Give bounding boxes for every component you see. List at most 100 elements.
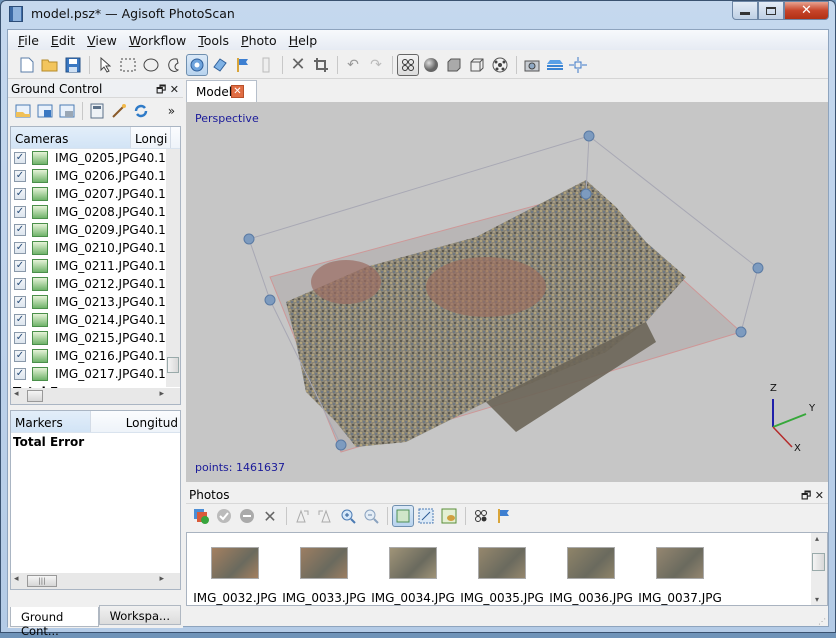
photo-thumbnail[interactable]: IMG_0035.JPG bbox=[458, 547, 546, 605]
maximize-button[interactable] bbox=[758, 1, 784, 20]
camera-checkbox[interactable]: ✓ bbox=[14, 206, 26, 218]
show-region-button[interactable] bbox=[544, 54, 566, 76]
minimize-button[interactable] bbox=[732, 1, 758, 20]
camera-checkbox[interactable]: ✓ bbox=[14, 260, 26, 272]
camera-row[interactable]: ✓ IMG_0205.JPG 40.14 bbox=[11, 149, 180, 167]
camera-checkbox[interactable]: ✓ bbox=[14, 278, 26, 290]
photos-vertical-scrollbar[interactable]: ▴ ▾ bbox=[811, 533, 827, 605]
add-photos-button[interactable] bbox=[190, 505, 212, 527]
delete-button[interactable]: ✕ bbox=[287, 54, 309, 76]
cameras-vertical-scrollbar[interactable] bbox=[166, 149, 180, 387]
wireframe-button[interactable] bbox=[466, 54, 488, 76]
pointer-button[interactable] bbox=[94, 54, 116, 76]
camera-checkbox[interactable]: ✓ bbox=[14, 314, 26, 326]
settings-button[interactable] bbox=[87, 100, 108, 122]
menu-photo[interactable]: Photo bbox=[235, 33, 283, 48]
column-longitude[interactable]: Longitud bbox=[91, 411, 180, 432]
enable-button[interactable] bbox=[213, 505, 235, 527]
camera-row[interactable]: ✓ IMG_0217.JPG 40.14 bbox=[11, 365, 180, 383]
show-photos-button[interactable] bbox=[392, 505, 414, 527]
undo-button[interactable]: ↶ bbox=[342, 54, 364, 76]
shaded-button[interactable] bbox=[420, 54, 442, 76]
camera-checkbox[interactable]: ✓ bbox=[14, 368, 26, 380]
reset-view-button[interactable] bbox=[567, 54, 589, 76]
region-handle[interactable] bbox=[583, 130, 595, 142]
cameras-horizontal-scrollbar[interactable]: ◂ ▸ bbox=[11, 388, 180, 404]
column-markers[interactable]: Markers bbox=[11, 411, 91, 432]
tab-ground-control[interactable]: Ground Cont... bbox=[10, 607, 99, 638]
float-panel-icon[interactable]: 🗗 bbox=[801, 489, 811, 502]
solid-button[interactable] bbox=[443, 54, 465, 76]
zoom-in-button[interactable] bbox=[337, 505, 359, 527]
show-masks-button[interactable] bbox=[415, 505, 437, 527]
disable-button[interactable] bbox=[236, 505, 258, 527]
menu-file[interactable]: File bbox=[12, 33, 45, 48]
crop-button[interactable] bbox=[310, 54, 332, 76]
camera-row[interactable]: ✓ IMG_0209.JPG 40.14 bbox=[11, 221, 180, 239]
menu-edit[interactable]: Edit bbox=[45, 33, 81, 48]
rect-select-button[interactable] bbox=[117, 54, 139, 76]
menu-view[interactable]: View bbox=[81, 33, 123, 48]
import-camera-button[interactable] bbox=[56, 100, 77, 122]
camera-checkbox[interactable]: ✓ bbox=[14, 350, 26, 362]
camera-row[interactable]: ✓ IMG_0211.JPG 40.14 bbox=[11, 257, 180, 275]
filter-cameras-button[interactable] bbox=[470, 505, 492, 527]
scroll-down-icon[interactable]: ▾ bbox=[815, 595, 819, 604]
region-handle[interactable] bbox=[752, 262, 764, 274]
photo-thumbnail[interactable]: IMG_0032.JPG bbox=[191, 547, 279, 605]
photo-thumbnail[interactable]: IMG_0034.JPG bbox=[369, 547, 457, 605]
camera-row[interactable]: ✓ IMG_0206.JPG 40.14 bbox=[11, 167, 180, 185]
region-handle[interactable] bbox=[264, 294, 276, 306]
menu-tools[interactable]: Tools bbox=[192, 33, 235, 48]
more-tools-button[interactable]: » bbox=[161, 100, 182, 122]
filter-markers-button[interactable] bbox=[493, 505, 515, 527]
zoom-out-button[interactable] bbox=[360, 505, 382, 527]
camera-checkbox[interactable]: ✓ bbox=[14, 152, 26, 164]
scroll-right-icon[interactable]: ▸ bbox=[159, 574, 164, 584]
float-panel-icon[interactable]: 🗗 bbox=[156, 83, 166, 96]
camera-checkbox[interactable]: ✓ bbox=[14, 188, 26, 200]
scroll-left-icon[interactable]: ◂ bbox=[14, 389, 19, 399]
rotate-object-button[interactable] bbox=[209, 54, 231, 76]
point-cloud-button[interactable] bbox=[397, 53, 419, 76]
photo-thumbnail[interactable]: IMG_0036.JPG bbox=[547, 547, 635, 605]
camera-row[interactable]: ✓ IMG_0207.JPG 40.14 bbox=[11, 185, 180, 203]
scroll-left-icon[interactable]: ◂ bbox=[14, 574, 19, 584]
update-button[interactable] bbox=[131, 100, 152, 122]
rotate-right-button[interactable] bbox=[291, 505, 313, 527]
scroll-right-icon[interactable]: ▸ bbox=[159, 389, 164, 399]
redo-button[interactable]: ↷ bbox=[365, 54, 387, 76]
resize-grip-icon[interactable]: ⋰ bbox=[818, 617, 826, 626]
tab-workspace[interactable]: Workspa... bbox=[98, 605, 181, 625]
camera-row[interactable]: ✓ IMG_0210.JPG 40.14 bbox=[11, 239, 180, 257]
save-button[interactable] bbox=[62, 54, 84, 76]
region-handle[interactable] bbox=[735, 326, 747, 338]
camera-checkbox[interactable]: ✓ bbox=[14, 332, 26, 344]
camera-row[interactable]: ✓ IMG_0216.JPG 40.14 bbox=[11, 347, 180, 365]
region-handle[interactable] bbox=[243, 233, 255, 245]
navigation-button[interactable] bbox=[186, 53, 208, 76]
scrollbar-thumb[interactable]: ||| bbox=[27, 575, 57, 587]
close-panel-icon[interactable]: ✕ bbox=[815, 489, 824, 502]
close-tab-icon[interactable]: ✕ bbox=[231, 85, 244, 98]
show-depth-button[interactable] bbox=[438, 505, 460, 527]
scrollbar-thumb[interactable] bbox=[812, 553, 825, 571]
camera-checkbox[interactable]: ✓ bbox=[14, 296, 26, 308]
tab-model[interactable]: Model ✕ bbox=[186, 80, 257, 103]
export-button[interactable] bbox=[34, 100, 55, 122]
camera-row[interactable]: ✓ IMG_0213.JPG 40.14 bbox=[11, 293, 180, 311]
menu-help[interactable]: Help bbox=[283, 33, 324, 48]
column-cameras[interactable]: Cameras bbox=[11, 127, 131, 148]
circle-select-button[interactable] bbox=[140, 54, 162, 76]
photo-thumbnail[interactable]: IMG_0037.JPG bbox=[636, 547, 724, 605]
region-handle[interactable] bbox=[335, 439, 347, 451]
close-button[interactable]: ✕ bbox=[784, 1, 829, 20]
3d-viewport[interactable]: Perspective points: 1461637 Z Y X bbox=[186, 102, 828, 482]
close-panel-icon[interactable]: ✕ bbox=[170, 83, 179, 96]
photo-thumbnail[interactable]: IMG_0033.JPG bbox=[280, 547, 368, 605]
open-button[interactable] bbox=[39, 54, 61, 76]
camera-checkbox[interactable]: ✓ bbox=[14, 170, 26, 182]
scrollbar-thumb[interactable] bbox=[167, 357, 179, 373]
optimize-button[interactable] bbox=[109, 100, 130, 122]
menu-workflow[interactable]: Workflow bbox=[123, 33, 192, 48]
